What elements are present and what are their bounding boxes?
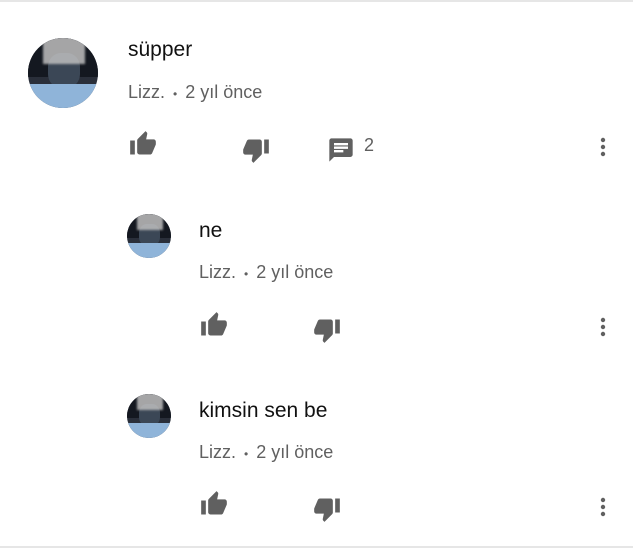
comment-text: süpper: [128, 38, 193, 61]
more-vert-icon[interactable]: [591, 314, 615, 340]
meta-separator: •: [173, 87, 178, 101]
author-name[interactable]: Lizz.: [199, 262, 236, 282]
thumb-down-icon[interactable]: [312, 316, 342, 344]
avatar[interactable]: [127, 394, 171, 438]
comment-meta: Lizz. • 2 yıl önce: [199, 262, 333, 283]
comment-meta: Lizz. • 2 yıl önce: [199, 442, 333, 463]
comment-text: ne: [199, 219, 223, 242]
thumb-up-icon[interactable]: [199, 311, 229, 339]
more-vert-icon[interactable]: [591, 494, 615, 520]
avatar[interactable]: [28, 38, 98, 108]
author-name[interactable]: Lizz.: [199, 442, 236, 462]
comment-icon[interactable]: [327, 136, 355, 164]
comment-time: 2 yıl önce: [256, 262, 334, 282]
avatar[interactable]: [127, 214, 171, 258]
meta-separator: •: [244, 267, 249, 281]
comment-meta: Lizz. • 2 yıl önce: [128, 82, 262, 103]
more-vert-icon[interactable]: [591, 134, 615, 160]
comment-time: 2 yıl önce: [256, 442, 334, 462]
author-name[interactable]: Lizz.: [128, 82, 165, 102]
comment-text: kimsin sen be: [199, 399, 328, 422]
thumb-up-icon[interactable]: [128, 130, 158, 158]
reply-count[interactable]: 2: [364, 135, 374, 156]
thumb-up-icon[interactable]: [199, 490, 229, 518]
meta-separator: •: [244, 447, 249, 461]
thumb-down-icon[interactable]: [241, 136, 271, 164]
thumb-down-icon[interactable]: [312, 495, 342, 523]
comment-time: 2 yıl önce: [185, 82, 263, 102]
